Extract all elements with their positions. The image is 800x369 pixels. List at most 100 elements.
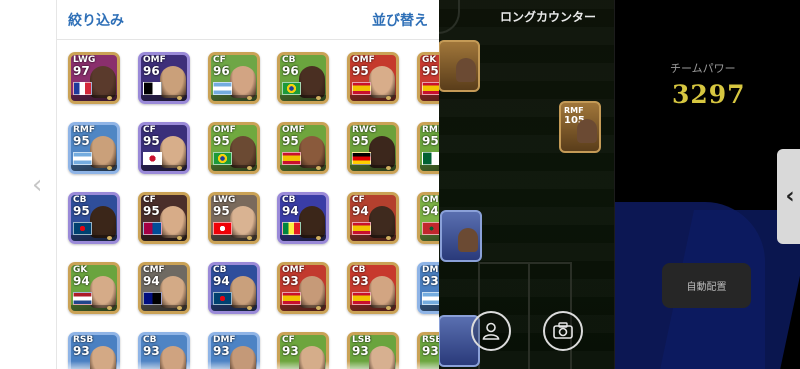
rating-label: 95 bbox=[422, 64, 439, 78]
player-view-button[interactable] bbox=[471, 311, 511, 351]
skill-dot-icon bbox=[177, 166, 182, 170]
nationality-flag-icon bbox=[143, 222, 162, 235]
position-label: RMF bbox=[564, 106, 584, 115]
player-face bbox=[160, 276, 186, 308]
skill-dot-icon bbox=[386, 166, 391, 170]
player-card[interactable]: RWG 95 bbox=[347, 122, 399, 174]
rating-label: 96 bbox=[213, 64, 230, 78]
player-face bbox=[90, 346, 116, 369]
player-face bbox=[458, 228, 478, 252]
player-face bbox=[369, 346, 395, 369]
card-footer bbox=[420, 95, 439, 101]
player-card[interactable]: OMF 96 bbox=[138, 52, 190, 104]
pitch: RMF 105 bbox=[438, 0, 614, 369]
rating-label: 94 bbox=[352, 204, 369, 218]
rating-label: 94 bbox=[282, 204, 299, 218]
nationality-flag-icon bbox=[282, 82, 301, 95]
skill-dot-icon bbox=[247, 236, 252, 240]
player-card[interactable]: CB 96 bbox=[277, 52, 329, 104]
auto-formation-label: 自動配置 bbox=[686, 282, 727, 293]
player-card[interactable]: CMF 94 bbox=[138, 262, 190, 314]
player-card[interactable]: RMF95 bbox=[417, 122, 439, 174]
player-card[interactable]: LWG 95 bbox=[208, 192, 260, 244]
card-footer bbox=[420, 305, 439, 311]
rating-label: 95 bbox=[73, 134, 90, 148]
player-card[interactable]: GK 94 bbox=[68, 262, 120, 314]
player-face bbox=[90, 136, 116, 168]
player-card[interactable]: OMF94 bbox=[417, 192, 439, 244]
sort-button[interactable]: 並び替え bbox=[372, 10, 428, 30]
player-card[interactable]: RMF95 bbox=[68, 122, 120, 174]
player-card[interactable]: CF 95 bbox=[138, 192, 190, 244]
rating-label: 94 bbox=[143, 274, 160, 288]
skill-dot-icon bbox=[107, 306, 112, 310]
rating-label: 95 bbox=[352, 64, 369, 78]
player-face bbox=[160, 206, 186, 238]
player-card[interactable]: OMF 95 bbox=[347, 52, 399, 104]
nationality-flag-icon bbox=[282, 292, 301, 305]
player-face bbox=[299, 66, 325, 98]
team-power-value: 3297 bbox=[672, 80, 746, 109]
player-card[interactable]: CB 94 bbox=[208, 262, 260, 314]
skill-dot-icon bbox=[177, 236, 182, 240]
player-card[interactable]: GK 95 bbox=[417, 52, 439, 104]
player-face bbox=[230, 136, 256, 168]
player-card[interactable]: CF 94 bbox=[347, 192, 399, 244]
player-card[interactable]: CB 93 bbox=[347, 262, 399, 314]
pitch-player-card[interactable] bbox=[438, 40, 480, 92]
tactic-label: ロングカウンター bbox=[500, 10, 597, 24]
nationality-flag-icon bbox=[213, 222, 232, 235]
skill-dot-icon bbox=[386, 236, 391, 240]
auto-formation-button[interactable]: 自動配置 bbox=[662, 263, 751, 308]
pitch-player-card[interactable]: RMF 105 bbox=[559, 101, 601, 153]
skill-dot-icon bbox=[107, 166, 112, 170]
rating-label: 95 bbox=[213, 134, 230, 148]
player-card[interactable]: OMF 93 bbox=[277, 262, 329, 314]
player-card[interactable]: OMF 95 bbox=[208, 122, 260, 174]
nationality-flag-icon bbox=[282, 152, 301, 165]
skill-dot-icon bbox=[177, 306, 182, 310]
player-list-panel: 絞り込み 並び替え LWG 97 OMF 96 CF 96 CB 96 OMF 95 GK 95 RMF… bbox=[56, 0, 439, 369]
rating-label: 96 bbox=[282, 64, 299, 78]
skill-dot-icon bbox=[386, 306, 391, 310]
skill-dot-icon bbox=[316, 96, 321, 100]
player-face bbox=[299, 206, 325, 238]
rating-label: 95 bbox=[73, 204, 90, 218]
rating-label: 95 bbox=[143, 204, 160, 218]
player-card[interactable]: CF 95 bbox=[138, 122, 190, 174]
player-card[interactable]: OMF 95 bbox=[277, 122, 329, 174]
nationality-flag-icon bbox=[143, 292, 162, 305]
player-card[interactable]: CB 95 bbox=[68, 192, 120, 244]
nationality-flag-icon bbox=[282, 222, 301, 235]
nationality-flag-icon bbox=[352, 222, 371, 235]
player-face bbox=[369, 206, 395, 238]
rating-label: 93 bbox=[73, 344, 90, 358]
player-card[interactable]: DMF93 bbox=[417, 262, 439, 314]
skill-dot-icon bbox=[177, 96, 182, 100]
camera-button[interactable] bbox=[543, 311, 583, 351]
player-face bbox=[456, 58, 476, 82]
player-face bbox=[299, 136, 325, 168]
filter-button[interactable]: 絞り込み bbox=[68, 10, 124, 30]
nationality-flag-icon bbox=[352, 292, 371, 305]
skill-dot-icon bbox=[247, 166, 252, 170]
player-card[interactable]: LWG 97 bbox=[68, 52, 120, 104]
player-card[interactable]: CF 96 bbox=[208, 52, 260, 104]
nationality-flag-icon bbox=[352, 82, 371, 95]
person-icon bbox=[482, 322, 500, 340]
team-power-label: チームパワー bbox=[670, 62, 736, 75]
rating-label: 93 bbox=[422, 344, 439, 358]
player-face bbox=[90, 276, 116, 308]
panel-header: 絞り込み 並び替え bbox=[57, 0, 439, 40]
pitch-player-card[interactable] bbox=[440, 210, 482, 262]
rating-label: 95 bbox=[352, 134, 369, 148]
nationality-flag-icon bbox=[422, 222, 439, 235]
left-backdrop bbox=[0, 0, 56, 369]
player-face bbox=[160, 136, 186, 168]
player-card[interactable]: CB 94 bbox=[277, 192, 329, 244]
left-arrow-icon[interactable]: ‹ bbox=[32, 172, 42, 198]
team-info-panel bbox=[614, 0, 800, 369]
rating-label: 95 bbox=[213, 204, 230, 218]
panel-handle[interactable]: ‹ bbox=[777, 149, 800, 244]
nationality-flag-icon bbox=[422, 152, 439, 165]
